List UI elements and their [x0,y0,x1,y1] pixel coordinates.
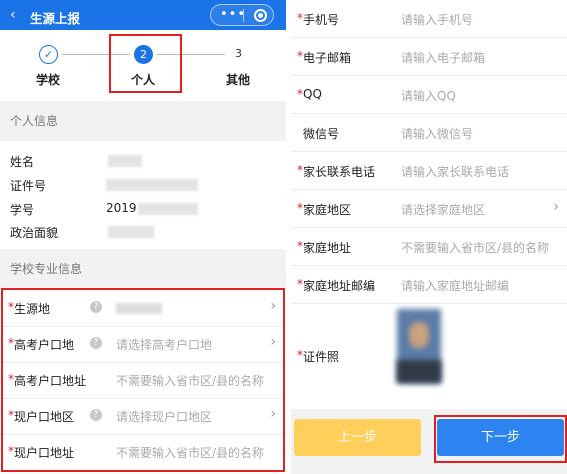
parent-phone-label: 家长联系电话 [303,165,376,179]
home-postcode-label: 家庭地址邮编 [303,279,376,293]
id-photo-body-redacted [397,360,441,383]
email-input[interactable]: 请输入电子邮箱 [401,49,485,66]
wechat-label: 微信号 [303,127,340,141]
step-3-circle: 3 [235,47,242,60]
home-address-label: 家庭地址 [303,241,352,255]
qq-row[interactable]: * QQ 请输入QQ [291,76,567,114]
step-1-check-icon: ✓ [39,45,58,64]
personal-info-screen: ‹ 生源上报 ••• ✓ 2 3 学校 个人 其他 个人信息 姓名 证件号 学号… [0,0,286,474]
phone-input[interactable]: 请输入手机号 [401,11,473,28]
student-id-value-redacted [138,203,198,215]
target-icon[interactable] [254,9,267,22]
personal-info-header: 个人信息 [0,101,286,141]
home-postcode-input[interactable]: 请输入家庭地址邮编 [401,277,509,294]
step-3-label: 其他 [226,73,251,87]
top-bar: ‹ 生源上报 ••• [0,0,286,30]
qq-label: QQ [303,87,322,101]
student-id-value: 2019 [106,201,137,215]
highlight-box-next [434,415,567,463]
highlight-box-step [109,34,182,93]
email-label: 电子邮箱 [303,51,352,65]
previous-step-button[interactable]: 上一步 [294,419,421,456]
school-info-header: 学校专业信息 [0,249,286,289]
id-photo-label: 证件照 [303,350,340,364]
home-address-row[interactable]: * 家庭地址 不需要输入省市区/县的名称 [291,228,567,266]
qq-input[interactable]: 请输入QQ [401,87,456,104]
home-address-input[interactable]: 不需要输入省市区/县的名称 [401,239,549,256]
home-region-label: 家庭地区 [303,203,352,217]
home-region-placeholder: 请选择家庭地区 [401,203,486,217]
student-id-label: 学号 [10,203,35,217]
home-region-row[interactable]: * 家庭地区 请选择家庭地区 › [291,190,567,228]
step-1-label: 学校 [36,73,61,87]
mini-program-capsule: ••• [210,4,274,26]
chevron-left-icon[interactable]: ‹ [10,7,16,23]
id-number-label: 证件号 [10,179,47,193]
political-status-label: 政治面貌 [10,226,59,240]
step-indicator: ✓ 2 3 学校 个人 其他 [0,30,286,96]
name-value-redacted [108,155,142,167]
phone-label: 手机号 [303,13,340,27]
chevron-right-icon: › [553,199,559,215]
capsule-divider [243,9,244,22]
email-row[interactable]: * 电子邮箱 请输入电子邮箱 [291,38,567,76]
wechat-input[interactable]: 请输入微信号 [401,125,473,142]
wechat-row[interactable]: 微信号 请输入微信号 [291,114,567,152]
phone-row[interactable]: * 手机号 请输入手机号 [291,0,567,38]
home-postcode-row[interactable]: * 家庭地址邮编 请输入家庭地址邮编 [291,266,567,304]
name-label: 姓名 [10,155,35,169]
political-status-value-redacted [108,226,154,238]
id-photo-face-redacted [409,322,429,348]
parent-phone-row[interactable]: * 家长联系电话 请输入家长联系电话 [291,152,567,190]
bottom-action-bar: 上一步 下一步 [291,409,567,474]
contact-info-screen: * 手机号 请输入手机号 * 电子邮箱 请输入电子邮箱 * QQ 请输入QQ 微… [291,0,567,474]
page-title: 生源上报 [30,11,81,26]
highlight-box-school-fields [1,288,285,472]
id-number-value-redacted [106,179,198,191]
parent-phone-input[interactable]: 请输入家长联系电话 [401,163,509,180]
